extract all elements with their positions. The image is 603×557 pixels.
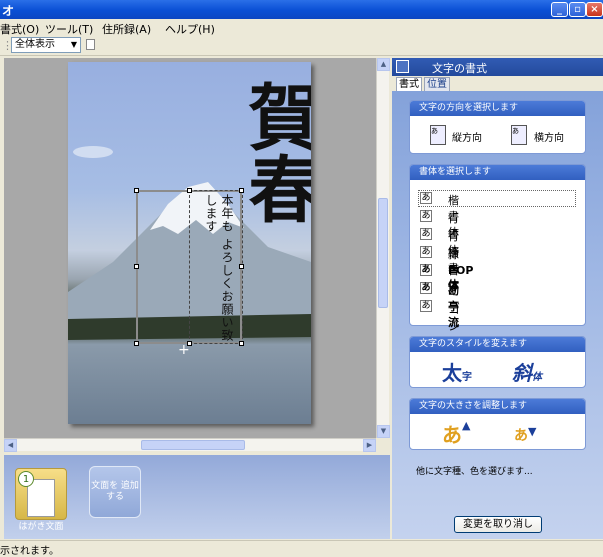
page-number-badge: 1 (18, 471, 34, 487)
scroll-up-icon[interactable]: ▲ (377, 58, 390, 71)
window-title: オ (2, 4, 15, 18)
horizontal-scrollbar[interactable]: ◀ ▶ (4, 438, 376, 452)
resize-handle[interactable] (239, 188, 244, 193)
vertical-direction-option[interactable]: 縦方向 (452, 129, 482, 144)
resize-handle[interactable] (134, 188, 139, 193)
size-group: 文字の大きさを調整します あ▲ あ▼ (409, 398, 586, 450)
style-group: 文字のスタイルを変えます 太字 斜体 (409, 336, 586, 388)
panel-title: 文字の書式 (432, 62, 487, 75)
font-icon: あ (420, 228, 432, 240)
font-icon: あ (420, 282, 432, 294)
font-heading: 書体を選択します (410, 165, 585, 180)
size-heading: 文字の大きさを調整します (410, 399, 585, 414)
tab-format[interactable]: 書式 (396, 77, 422, 91)
menu-tools[interactable]: ツール(T) (45, 21, 93, 37)
panel-header: 文字の書式 (392, 58, 603, 76)
add-page-button[interactable]: 文面を 追加する (89, 466, 141, 518)
scroll-thumb-horizontal[interactable] (141, 440, 245, 450)
resize-handle[interactable] (239, 341, 244, 346)
menu-format[interactable]: 書式(O) (0, 21, 39, 37)
move-cursor-icon: + (178, 342, 190, 358)
menu-help[interactable]: ヘルプ(H) (165, 21, 215, 37)
font-icon: あ (420, 300, 432, 312)
postcard-canvas[interactable]: 賀春 本年も よろしくお願い致します + (68, 62, 311, 424)
size-increase-button[interactable]: あ▲ (442, 419, 470, 448)
font-icon: あ (420, 264, 432, 276)
page-thumbnail-label: はがき文面 (18, 522, 64, 532)
scroll-corner (376, 438, 389, 451)
horizontal-direction-option[interactable]: 横方向 (534, 129, 564, 144)
panel-note: 他に文字種、色を選びます... (416, 467, 533, 477)
title-bar: オ _ ▫ × (0, 0, 603, 19)
font-icon: あ (420, 246, 432, 258)
undo-changes-button[interactable]: 変更を取り消し (454, 516, 542, 533)
minimize-button[interactable]: _ (551, 2, 568, 17)
resize-handle[interactable] (134, 264, 139, 269)
scroll-thumb[interactable] (378, 198, 388, 308)
direction-heading: 文字の方向を選択します (410, 101, 585, 116)
tab-position[interactable]: 位置 (424, 77, 450, 91)
scroll-left-icon[interactable]: ◀ (4, 439, 17, 452)
font-selected-frame (418, 190, 576, 207)
menu-address-book[interactable]: 住所録(A) (102, 21, 151, 37)
close-button[interactable]: × (586, 2, 603, 17)
direction-group: 文字の方向を選択します あ 縦方向 あ 横方向 (409, 100, 586, 154)
font-group: 書体を選択します あ 楷書体 あ 行書体 あ 行楷書体 あ 隷書体 あ POP体… (409, 164, 586, 384)
zoom-select[interactable]: 全体表示 ▼ (11, 37, 81, 53)
page-icon[interactable] (86, 39, 95, 50)
maximize-button[interactable]: ▫ (569, 2, 586, 17)
page-thumbnail[interactable]: 1 (15, 468, 67, 520)
font-icon: あ (420, 192, 432, 204)
horizontal-text-icon[interactable]: あ (511, 125, 527, 145)
italic-button[interactable]: 斜体 (512, 357, 542, 386)
status-bar: 示されます。 (0, 540, 603, 557)
vertical-scrollbar[interactable]: ▲ ▼ (376, 58, 390, 438)
zoom-value: 全体表示 (15, 39, 55, 50)
vertical-text-icon[interactable]: あ (430, 125, 446, 145)
font-icon: あ (420, 210, 432, 222)
size-decrease-button[interactable]: あ▼ (514, 425, 536, 445)
resize-handle[interactable] (187, 188, 192, 193)
scroll-down-icon[interactable]: ▼ (377, 425, 390, 438)
menu-bar: 書式(O) ツール(T) 住所録(A) ヘルプ(H) (0, 19, 603, 36)
toolbar: ⋮ 全体表示 ▼ (0, 36, 603, 56)
resize-handle[interactable] (134, 341, 139, 346)
resize-handle[interactable] (239, 264, 244, 269)
style-heading: 文字のスタイルを変えます (410, 337, 585, 352)
bold-button[interactable]: 太字 (442, 357, 472, 386)
chevron-down-icon: ▼ (70, 40, 78, 49)
scroll-right-icon[interactable]: ▶ (363, 439, 376, 452)
greeting-message[interactable]: 本年も よろしくお願い致します (203, 194, 235, 354)
panel-tabs: 書式 位置 (392, 76, 603, 91)
panel-icon (396, 60, 409, 73)
